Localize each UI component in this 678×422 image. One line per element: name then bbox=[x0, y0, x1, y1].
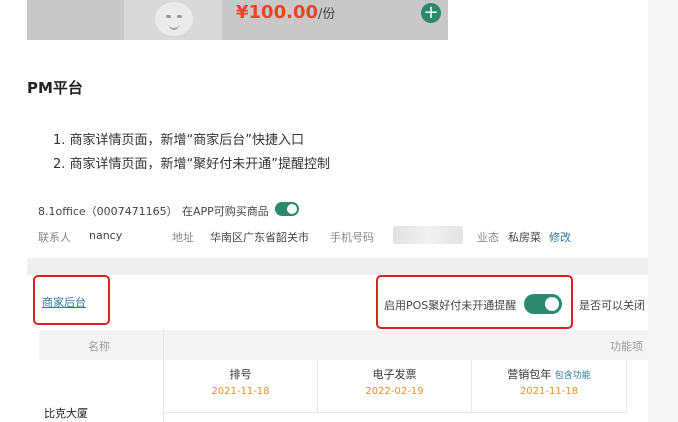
function-date-1: 2021-11-18 bbox=[211, 386, 270, 397]
address-value: 华南区广东省韶关市 bbox=[210, 231, 309, 244]
table-header-function-cell bbox=[164, 330, 648, 360]
phone-label: 手机号码 bbox=[330, 231, 374, 244]
business-label: 业态 bbox=[477, 231, 499, 244]
section-title: PM平台 bbox=[27, 79, 83, 97]
app-purchase-label: 在APP可购买商品 bbox=[182, 205, 269, 218]
plus-icon: + bbox=[423, 2, 439, 23]
pos-reminder-toggle[interactable] bbox=[524, 294, 562, 314]
merchant-backend-link[interactable]: 商家后台 bbox=[42, 294, 86, 310]
product-price: ¥100.00/份 bbox=[236, 2, 335, 23]
address-label: 地址 bbox=[172, 231, 194, 244]
section-divider bbox=[27, 258, 648, 275]
function-date-3: 2021-11-18 bbox=[519, 386, 579, 397]
function-title-2: 电子发票 bbox=[372, 368, 417, 381]
function-date-2: 2022-02-19 bbox=[365, 386, 424, 397]
app-purchase-toggle[interactable] bbox=[275, 202, 299, 216]
merchant-id: 8.1office（0007471165） bbox=[38, 205, 178, 218]
contact-label: 联系人 bbox=[38, 231, 71, 244]
price-unit: /份 bbox=[318, 7, 336, 22]
chef-avatar-icon bbox=[155, 2, 193, 36]
right-scroll-area bbox=[648, 0, 678, 422]
table-header-name: 名称 bbox=[88, 340, 110, 353]
edit-link[interactable]: 修改 bbox=[549, 229, 571, 245]
close-option-label: 是否可以关闭 bbox=[579, 299, 645, 312]
requirement-item-1: 1. 商家详情页面，新增“商家后台”快捷入口 bbox=[53, 133, 305, 148]
requirement-item-2: 2. 商家详情页面，新增“聚好付未开通”提醒控制 bbox=[53, 157, 331, 172]
table-row-name: 比克大厦 bbox=[44, 407, 88, 420]
table-header-function: 功能项 bbox=[610, 340, 643, 353]
price-currency: ¥ bbox=[236, 2, 249, 23]
function-title-3-text: 营销包年 bbox=[507, 368, 552, 381]
function-title-3: 营销包年 包含功能 bbox=[472, 366, 626, 382]
add-button[interactable]: + bbox=[421, 3, 441, 23]
function-extra-3-link[interactable]: 包含功能 bbox=[555, 371, 591, 381]
business-value: 私房菜 bbox=[508, 231, 541, 244]
pos-reminder-label: 启用POS聚好付未开通提醒 bbox=[384, 299, 517, 312]
phone-value-blurred bbox=[393, 226, 463, 244]
price-value: 100.00 bbox=[248, 2, 318, 23]
function-title-1: 排号 bbox=[229, 368, 252, 381]
contact-value: nancy bbox=[89, 229, 123, 242]
